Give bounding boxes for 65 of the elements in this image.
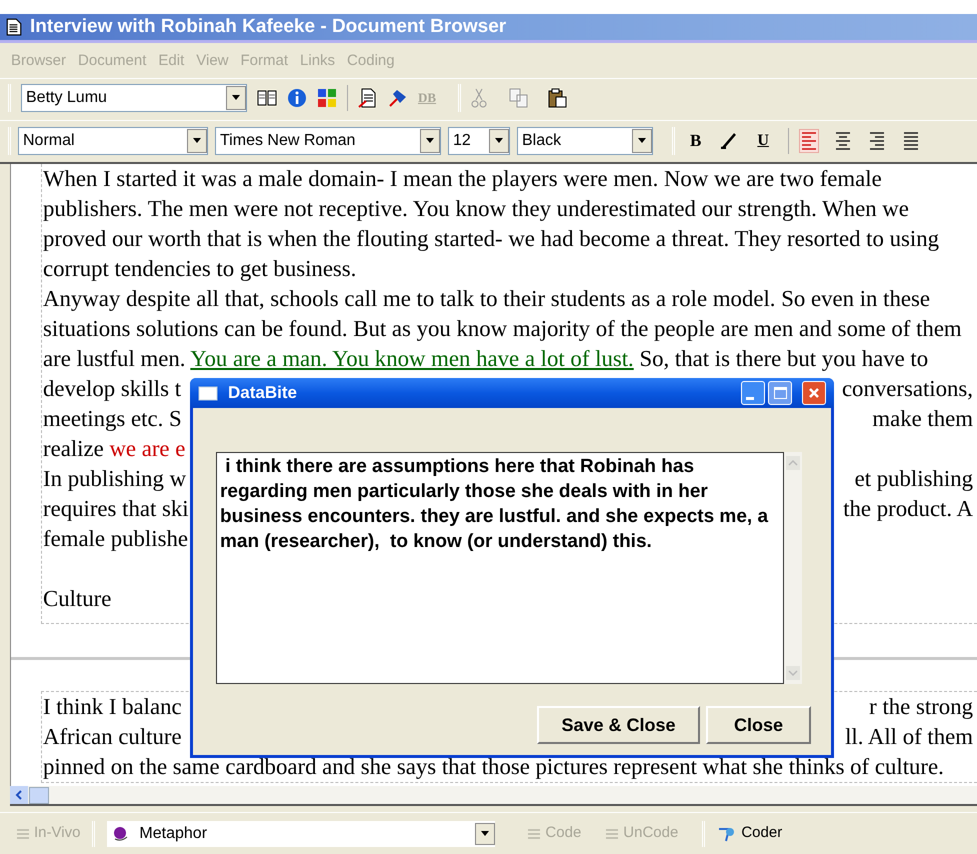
document-text: requires that ski: [43, 495, 189, 523]
scroll-left-button[interactable]: [10, 786, 28, 804]
document-text: et publishing: [854, 465, 973, 493]
caret-icon: [632, 128, 652, 152]
save-and-close-button[interactable]: Save & Close: [537, 706, 700, 744]
document-text: Anyway despite all that, schools call me to talk to their students as a role model. So even in these: [43, 285, 930, 313]
maximize-button[interactable]: [768, 381, 792, 405]
note-field[interactable]: i think there are assumptions here that Robinah has regarding men particularly those she deals with in her business encounters. they are lustful. and she expects me, a man (researcher), to know (or understand) this.: [216, 452, 784, 684]
close-icon: [808, 387, 820, 399]
color-dropdown[interactable]: Black: [517, 126, 653, 154]
window-icon: [198, 386, 218, 400]
caret-icon: [475, 822, 496, 844]
document-text: situations solutions can be found. But as you know majority of the people are men and some of them: [43, 315, 962, 343]
document-text: African culture: [43, 723, 182, 751]
caret-icon: [489, 128, 509, 152]
info-icon[interactable]: [287, 88, 307, 108]
book-icon[interactable]: [257, 88, 277, 106]
underline-button[interactable]: U: [753, 128, 773, 152]
align-right-icon[interactable]: [868, 130, 886, 152]
caret-icon: [226, 86, 246, 110]
document-text: I think I balanc: [43, 693, 182, 721]
document-text: proved our worth that is when the flouting started- we had become a threat. They resorted to using: [43, 225, 940, 253]
close-button[interactable]: [802, 381, 826, 405]
document-text: realize we are e: [43, 435, 186, 463]
document-text: female publishe: [43, 525, 188, 553]
minimize-button[interactable]: [741, 381, 765, 405]
document-text: make them: [872, 405, 973, 433]
toolbar-button[interactable]: Coder: [717, 822, 782, 845]
color-grid-icon[interactable]: [317, 88, 337, 108]
document-text: the product. A: [843, 495, 973, 523]
lines-icon: [605, 828, 620, 840]
style-dropdown[interactable]: Normal: [18, 126, 208, 154]
close-dialog-button[interactable]: Close: [706, 706, 811, 744]
code-dropdown[interactable]: Metaphor: [107, 820, 496, 846]
document-text: meetings etc. S: [43, 405, 182, 433]
align-center-icon[interactable]: [834, 130, 852, 152]
caret-icon: [420, 128, 440, 152]
copy-icon[interactable]: [509, 88, 530, 108]
user-dropdown[interactable]: Betty Lumu: [21, 84, 247, 112]
dialog-title: DataBite: [228, 382, 298, 404]
lines-icon: [16, 828, 30, 840]
document-text: are lustful men. You are a man. You know men have a lot of lust. So, that is there but you have to: [43, 345, 928, 373]
document-export-icon[interactable]: [358, 88, 378, 108]
italic-icon[interactable]: [720, 132, 738, 148]
document-text: conversations,: [842, 375, 973, 403]
window-title: Interview with Robinah Kafeeke - Document Browser: [30, 14, 506, 39]
document-text: When I started it was a male domain- I mean the players were men. Now we are two female: [43, 165, 882, 193]
document-text: develop skills t: [43, 375, 182, 403]
document-text: r the strong: [869, 693, 973, 721]
document-text: ll. All of them: [845, 723, 973, 751]
font-dropdown[interactable]: Times New Roman: [215, 126, 441, 154]
size-dropdown[interactable]: 12: [448, 126, 510, 154]
document-text: In publishing w: [43, 465, 186, 493]
paste-icon[interactable]: [547, 88, 568, 108]
document-text: publishers. The men were not receptive. You know they underestimated our strength. When we: [43, 195, 909, 223]
align-justify-icon[interactable]: [902, 130, 920, 152]
scrollbar-thumb[interactable]: [29, 786, 49, 804]
document-icon: [6, 18, 22, 36]
caret-icon: [187, 128, 207, 152]
document-text: pinned on the same cardboard and she says that those pictures represent what she thinks of culture.: [43, 753, 944, 781]
bold-button[interactable]: B: [686, 128, 706, 154]
lines-icon: [527, 828, 542, 840]
document-text: Culture: [43, 585, 112, 613]
align-left-icon[interactable]: [800, 130, 818, 152]
document-text: corrupt tendencies to get business.: [43, 255, 356, 283]
